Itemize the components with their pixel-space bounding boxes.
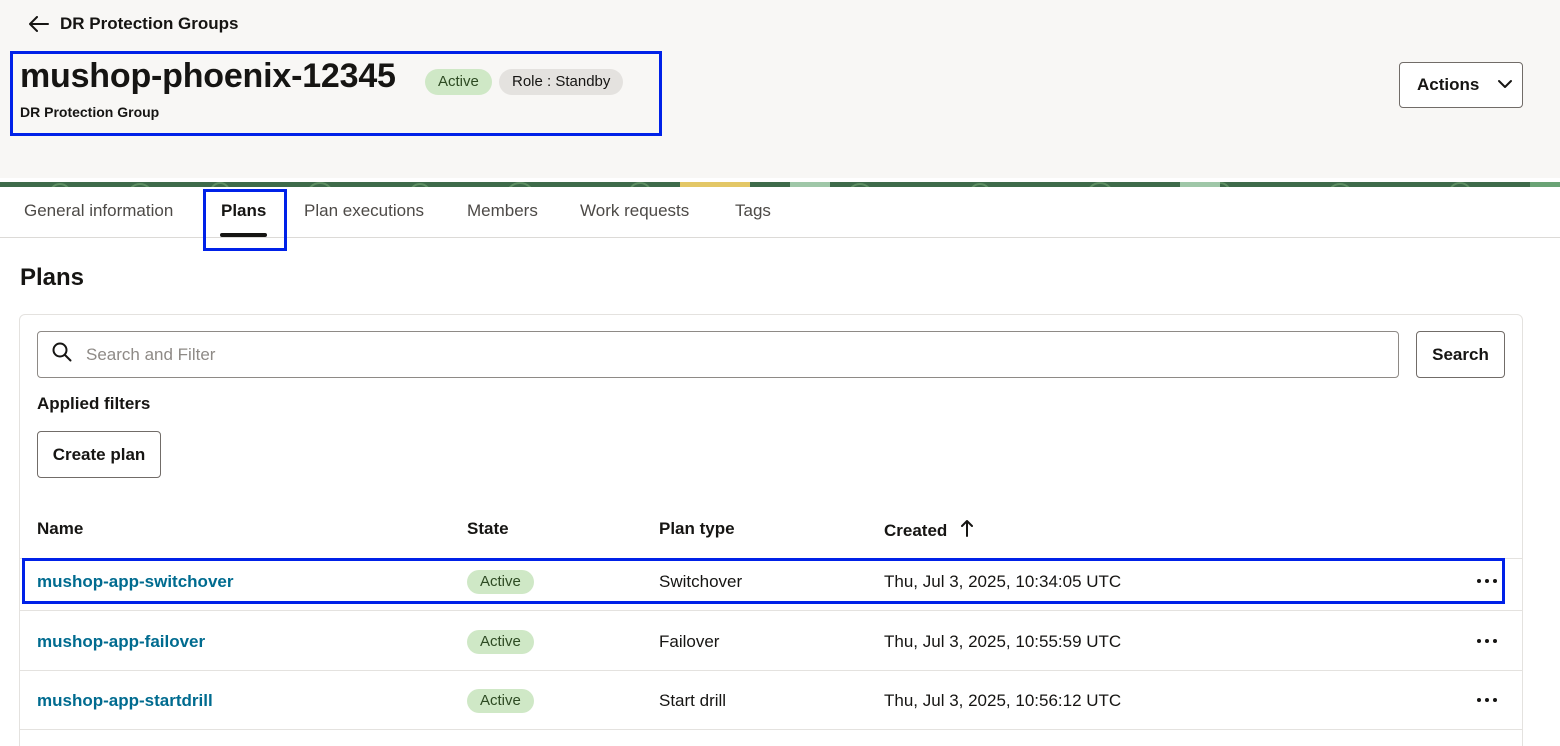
column-header-plan-type-label: Plan type: [659, 519, 735, 538]
more-horizontal-icon[interactable]: [1475, 629, 1499, 653]
tab-work-requests[interactable]: Work requests: [580, 201, 689, 221]
search-input[interactable]: [86, 344, 1366, 365]
highlight-box-row: [22, 558, 1505, 604]
highlight-box-tab: [203, 189, 287, 251]
created-cell: Thu, Jul 3, 2025, 10:56:12 UTC: [884, 690, 1122, 710]
state-badge: Active: [467, 688, 534, 713]
more-horizontal-icon[interactable]: [1475, 688, 1499, 712]
back-link-label: DR Protection Groups: [60, 14, 239, 33]
tab-members[interactable]: Members: [467, 201, 538, 221]
section-title: Plans: [20, 264, 85, 291]
state-badge: Active: [467, 629, 534, 654]
search-button[interactable]: Search: [1416, 331, 1505, 378]
table-row: mushop-app-failover Active Failover Thu,…: [20, 612, 1522, 671]
arrow-left-icon: [28, 13, 50, 35]
column-header-state-label: State: [467, 519, 509, 538]
tab-plan-executions[interactable]: Plan executions: [304, 201, 424, 221]
decorative-banner: [0, 178, 1560, 187]
chevron-down-icon: [1497, 76, 1513, 94]
applied-filters-label: Applied filters: [37, 394, 151, 413]
search-field[interactable]: [37, 331, 1399, 378]
tab-tags[interactable]: Tags: [735, 201, 771, 221]
actions-label: Actions: [1417, 75, 1480, 94]
create-plan-button[interactable]: Create plan: [37, 431, 161, 478]
back-link[interactable]: DR Protection Groups: [28, 13, 239, 35]
column-header-created[interactable]: Created: [884, 519, 974, 542]
highlight-box-title: [10, 51, 662, 136]
column-header-name[interactable]: Name: [37, 519, 83, 539]
plan-name-link[interactable]: mushop-app-failover: [37, 632, 205, 652]
column-header-name-label: Name: [37, 519, 84, 538]
column-header-state[interactable]: State: [467, 519, 509, 539]
arrow-up-icon: [961, 519, 974, 542]
plan-name-link[interactable]: mushop-app-startdrill: [37, 691, 213, 711]
search-icon: [52, 342, 72, 367]
created-cell: Thu, Jul 3, 2025, 10:55:59 UTC: [884, 631, 1122, 651]
table-row: mushop-app-startdrill Active Start drill…: [20, 671, 1522, 730]
plan-type-cell: Start drill: [659, 690, 727, 710]
tab-general-information[interactable]: General information: [24, 201, 173, 221]
column-header-created-label: Created: [884, 520, 948, 540]
actions-button[interactable]: Actions: [1399, 62, 1523, 108]
plan-type-cell: Failover: [659, 631, 720, 651]
column-header-plan-type[interactable]: Plan type: [659, 519, 735, 539]
